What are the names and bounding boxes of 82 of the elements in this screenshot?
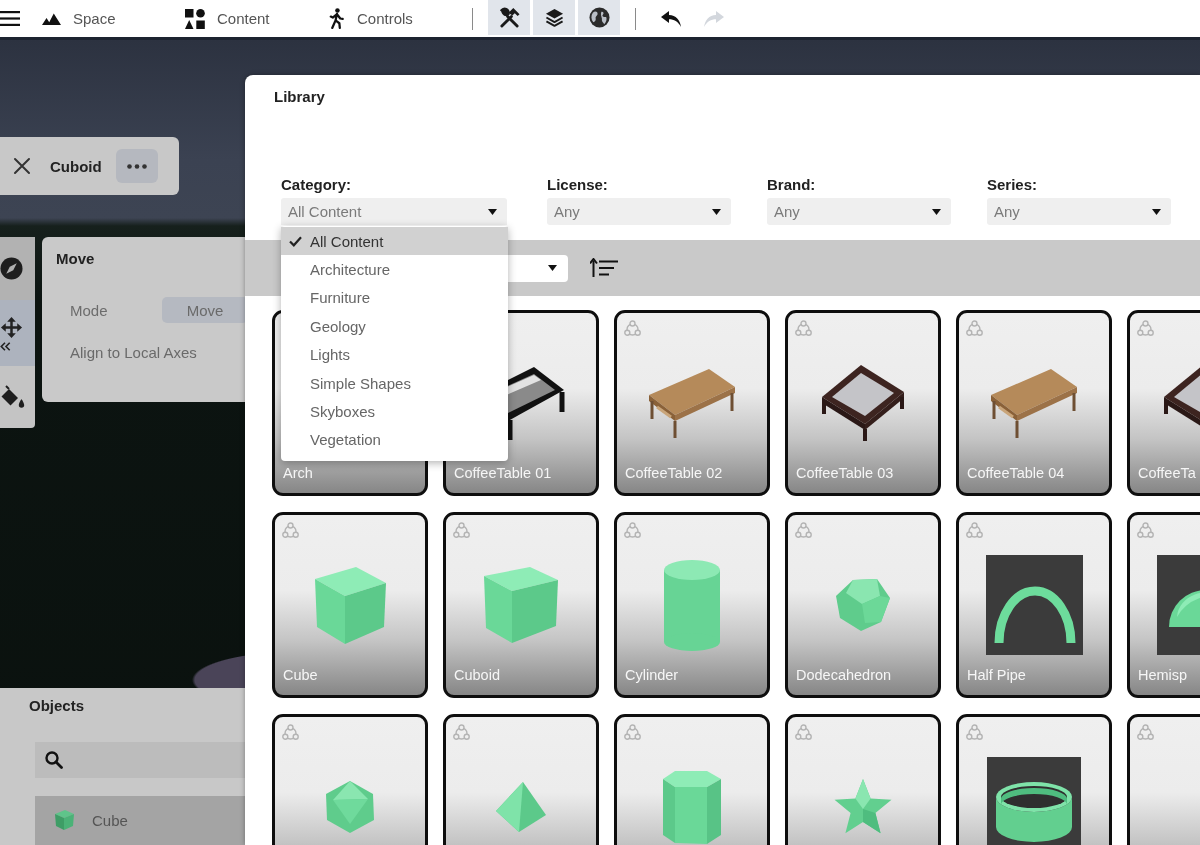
dodecahedron-drawing <box>835 578 891 632</box>
item-card[interactable] <box>443 714 599 845</box>
caret-icon <box>1152 208 1161 215</box>
card-label: Half Pipe <box>967 666 1026 685</box>
hammer-wrench-icon <box>498 7 520 28</box>
card-label: Cube <box>283 666 318 685</box>
globe-icon <box>588 7 610 28</box>
item-card[interactable]: CoffeeTable 02 <box>614 310 770 496</box>
menu-item[interactable]: All Content <box>281 227 508 256</box>
nav-tab[interactable]: Space <box>42 3 116 34</box>
walking-person-icon <box>328 8 345 29</box>
nav-tab[interactable]: Content <box>185 3 270 34</box>
paint-bucket-icon <box>0 385 25 409</box>
item-card[interactable] <box>956 714 1112 845</box>
filter-label: License: <box>547 176 608 194</box>
align-option[interactable]: Align to Local Axes <box>70 344 197 362</box>
item-card[interactable]: CoffeeTable 03 <box>785 310 941 496</box>
mode-label: Mode <box>70 301 109 319</box>
dialog-title: Library <box>274 88 325 106</box>
filter-label: Category: <box>281 176 351 194</box>
layers-toggle[interactable] <box>533 0 575 35</box>
double-chevron-icon <box>0 341 11 351</box>
menu-icon[interactable] <box>0 11 20 26</box>
layers-icon <box>544 8 564 27</box>
item-card[interactable]: Half Pipe <box>956 512 1112 698</box>
item-card[interactable]: Cylinder <box>614 512 770 698</box>
card-label: CoffeeTable 02 <box>625 464 723 483</box>
caret-icon <box>548 265 557 271</box>
card-label: CoffeeTable 03 <box>796 464 894 483</box>
check-icon <box>289 235 302 247</box>
filter-select[interactable]: Any <box>987 198 1171 225</box>
filter-label: Series: <box>987 176 1038 194</box>
item-card[interactable]: Dodecahedron <box>785 512 941 698</box>
item-card[interactable]: Cuboid <box>443 512 599 698</box>
globe-toggle[interactable] <box>578 0 620 35</box>
more-icon <box>126 163 147 169</box>
object-name: Cube <box>92 811 128 829</box>
tool-button[interactable] <box>0 237 35 300</box>
card-label: Cuboid <box>454 666 500 685</box>
item-card[interactable] <box>272 714 428 845</box>
caret-icon <box>712 208 721 215</box>
compass-icon <box>0 257 23 280</box>
tool-button[interactable] <box>0 300 35 366</box>
more-button[interactable] <box>115 149 158 183</box>
item-card[interactable] <box>614 714 770 845</box>
filter-label: Brand: <box>767 176 816 194</box>
card-label: Arch <box>283 464 313 483</box>
selection-title: Cuboid <box>50 157 102 175</box>
filter-select[interactable]: Any <box>767 198 951 225</box>
card-label: CoffeeTa <box>1138 464 1196 483</box>
close-icon[interactable] <box>13 157 31 175</box>
panel-title: Objects <box>29 697 85 715</box>
move-arrows-icon <box>0 315 23 339</box>
panel-title: Move <box>56 250 95 268</box>
tools-toggle[interactable] <box>488 0 530 35</box>
pyramid-drawing <box>495 781 547 833</box>
card-label: CoffeeTable 04 <box>967 464 1065 483</box>
item-card[interactable] <box>785 714 941 845</box>
filter-select[interactable]: Any <box>547 198 731 225</box>
nav-tab[interactable]: Controls <box>328 3 413 34</box>
undo-icon[interactable] <box>661 10 681 27</box>
cube-icon <box>53 809 75 832</box>
icosahedron-drawing <box>324 780 376 834</box>
card-label: CoffeeTable 01 <box>454 464 552 483</box>
card-label: Cylinder <box>625 666 679 685</box>
item-card[interactable]: CoffeeTable 04 <box>956 310 1112 496</box>
card-label: Dodecahedron <box>796 666 892 685</box>
caret-icon <box>488 208 497 215</box>
search-icon <box>45 750 63 769</box>
item-card[interactable]: CoffeeTa <box>1127 310 1200 496</box>
sort-icon[interactable] <box>590 258 618 278</box>
item-card[interactable]: Cube <box>272 512 428 698</box>
mountains-icon <box>42 12 61 25</box>
menu-item[interactable]: Architecture <box>281 255 508 284</box>
shapes-icon <box>185 8 205 29</box>
mode-button[interactable]: Move <box>162 297 248 323</box>
filter-select[interactable]: All Content <box>281 198 507 225</box>
star-drawing <box>832 778 894 836</box>
card-label: Hemisp <box>1138 666 1188 685</box>
menu-item[interactable]: Furniture <box>281 283 508 313</box>
item-card[interactable]: Hemisp <box>1127 512 1200 698</box>
caret-icon <box>932 208 941 215</box>
